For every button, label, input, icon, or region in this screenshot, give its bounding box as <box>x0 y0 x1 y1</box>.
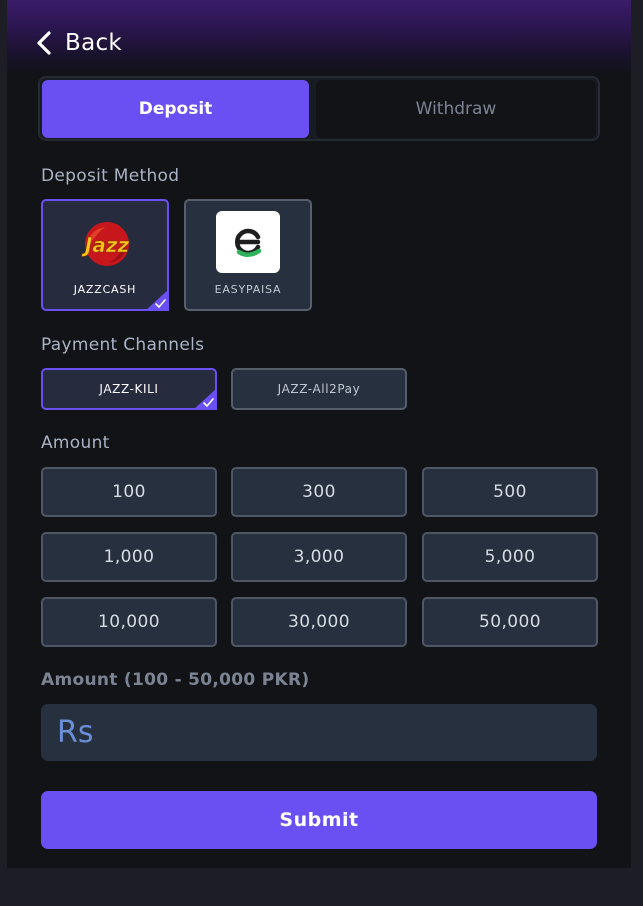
method-jazzcash[interactable]: Jazz JAZZCASH <box>41 199 169 311</box>
jazzcash-logo: Jazz <box>81 222 130 266</box>
amount-range-label: Amount (100 - 50,000 PKR) <box>41 670 310 690</box>
amount-preset-50000[interactable]: 50,000 <box>422 597 598 647</box>
payment-channels-label: Payment Channels <box>41 335 205 355</box>
tab-bar: Deposit Withdraw <box>38 76 600 141</box>
easypaisa-e-icon <box>234 228 262 257</box>
tab-deposit[interactable]: Deposit <box>42 80 309 138</box>
deposit-panel: Back Deposit Withdraw Deposit Method Jaz… <box>7 0 631 868</box>
chevron-left-icon <box>37 31 51 55</box>
method-label-easypaisa: EASYPAISA <box>214 283 282 296</box>
selected-check-icon <box>145 289 169 311</box>
tab-withdraw[interactable]: Withdraw <box>316 80 596 138</box>
amount-preset-5000[interactable]: 5,000 <box>422 532 598 582</box>
channel-jazz-kili[interactable]: JAZZ-KILI <box>41 368 217 410</box>
amount-preset-3000[interactable]: 3,000 <box>231 532 407 582</box>
easypaisa-logo <box>216 211 280 273</box>
amount-preset-1000[interactable]: 1,000 <box>41 532 217 582</box>
amount-preset-10000[interactable]: 10,000 <box>41 597 217 647</box>
submit-button[interactable]: Submit <box>41 791 597 849</box>
deposit-method-label: Deposit Method <box>41 166 180 186</box>
header: Back <box>7 0 631 76</box>
amount-preset-30000[interactable]: 30,000 <box>231 597 407 647</box>
selected-check-icon <box>193 388 217 410</box>
amount-input[interactable] <box>41 704 597 761</box>
amount-preset-100[interactable]: 100 <box>41 467 217 517</box>
jazzcash-logo-text: Jazz <box>81 233 130 257</box>
back-button[interactable]: Back <box>35 28 122 58</box>
amount-preset-500[interactable]: 500 <box>422 467 598 517</box>
channel-label-jazz-all2pay: JAZZ-All2Pay <box>277 382 361 396</box>
channel-jazz-all2pay[interactable]: JAZZ-All2Pay <box>231 368 407 410</box>
amount-preset-300[interactable]: 300 <box>231 467 407 517</box>
channel-label-jazz-kili: JAZZ-KILI <box>99 382 159 396</box>
app-frame: Back Deposit Withdraw Deposit Method Jaz… <box>0 0 643 906</box>
amount-label: Amount <box>41 433 110 453</box>
back-label: Back <box>65 30 123 56</box>
method-easypaisa[interactable]: EASYPAISA <box>184 199 312 311</box>
